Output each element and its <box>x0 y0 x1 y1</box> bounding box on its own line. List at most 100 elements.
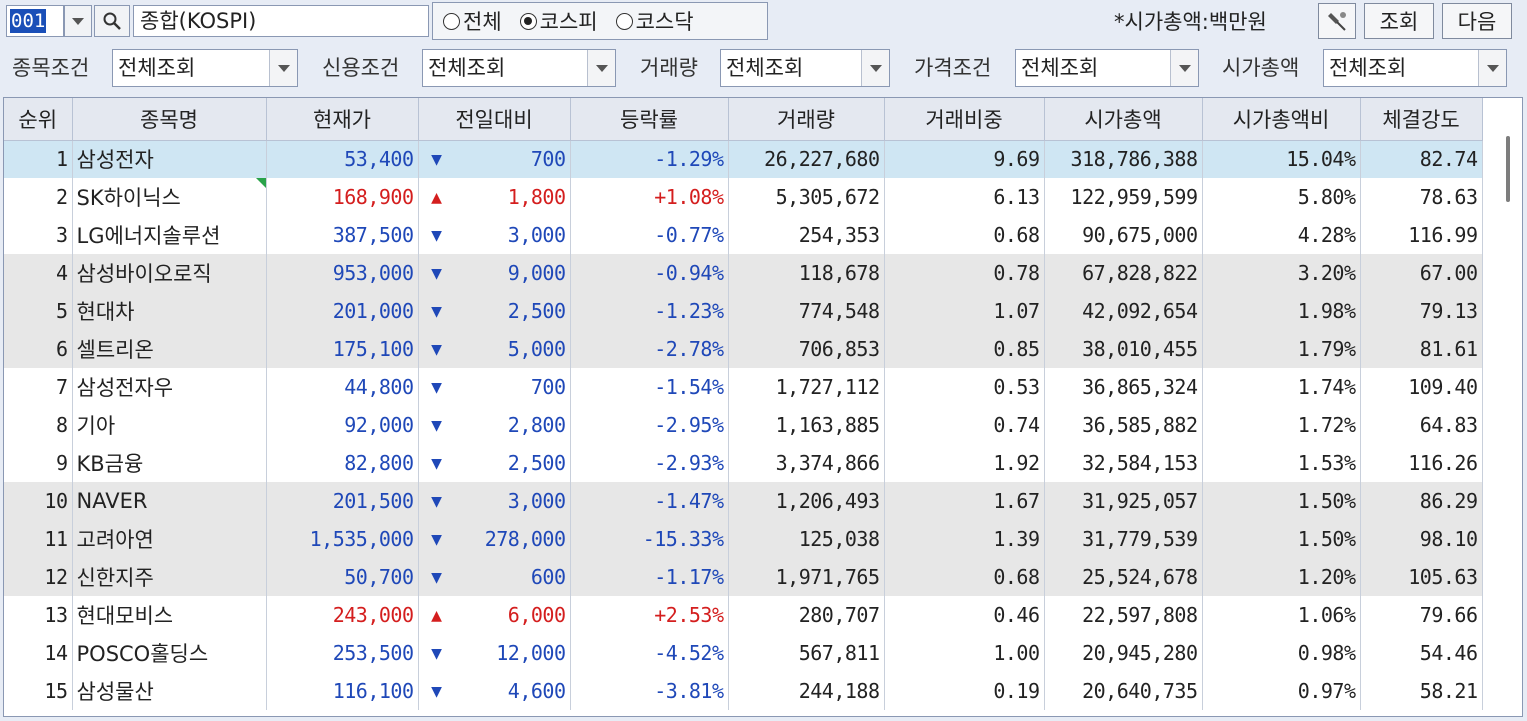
code-dropdown-button[interactable] <box>64 5 92 37</box>
name-cell-text: 고려아연 <box>76 528 154 552</box>
price-cell: 53,400 <box>266 140 419 178</box>
header-market-cap-share[interactable]: 시가총액비 <box>1202 98 1361 141</box>
strength-cell: 79.66 <box>1360 596 1483 634</box>
table-row[interactable]: 7 삼성전자우 44,800 ▼ 700 -1.54% 1,727,112 0.53 36,86… <box>4 368 1483 406</box>
down-triangle-icon: ▼ <box>431 338 442 360</box>
rate-cell-text: -1.47% <box>654 489 724 513</box>
down-triangle-icon: ▼ <box>431 376 442 398</box>
direction-cell: ▼ <box>418 520 454 558</box>
up-triangle-icon: ▲ <box>431 186 442 208</box>
radio-all[interactable]: 전체 <box>443 6 502 36</box>
radio-label: 전체 <box>463 10 502 34</box>
radio-kospi[interactable]: 코스피 <box>519 6 598 36</box>
market-cap-share-cell: 1.50% <box>1202 482 1361 520</box>
rate-cell-text: -0.77% <box>654 223 724 247</box>
rank-cell-text: 13 <box>44 603 68 627</box>
table-row[interactable]: 13 현대모비스 243,000 ▲ 6,000 +2.53% 280,707 0.46 22,… <box>4 596 1483 634</box>
name-cell: 신한지주 <box>72 558 267 596</box>
rate-cell: -4.52% <box>570 634 729 672</box>
table-row[interactable]: 1 삼성전자 53,400 ▼ 700 -1.29% 26,227,680 9.69 318,7… <box>4 140 1483 178</box>
radio-circle-icon <box>443 12 460 30</box>
volume-cell-text: 567,811 <box>798 641 880 665</box>
header-price[interactable]: 현재가 <box>266 98 419 141</box>
table-row[interactable]: 5 현대차 201,000 ▼ 2,500 -1.23% 774,548 1.07 42,092… <box>4 292 1483 330</box>
table-row[interactable]: 9 KB금융 82,800 ▼ 2,500 -2.93% 3,374,866 1.92 32,5… <box>4 444 1483 482</box>
header-market-cap[interactable]: 시가총액 <box>1044 98 1203 141</box>
volume-cell: 567,811 <box>728 634 885 672</box>
rate-cell-text: -4.52% <box>654 641 724 665</box>
market-cap-cell-text: 36,585,882 <box>1082 413 1198 437</box>
market-cap-cell: 22,597,808 <box>1044 596 1203 634</box>
rate-cell: -2.95% <box>570 406 729 444</box>
table-row[interactable]: 6 셀트리온 175,100 ▼ 5,000 -2.78% 706,853 0.85 38,01… <box>4 330 1483 368</box>
volume-cell: 280,707 <box>728 596 885 634</box>
strength-cell: 78.63 <box>1360 178 1483 216</box>
name-cell-text: 삼성물산 <box>76 680 154 704</box>
header-strength[interactable]: 체결강도 <box>1360 98 1483 141</box>
change-cell-text: 3,000 <box>507 489 566 513</box>
next-button[interactable]: 다음 <box>1442 3 1512 39</box>
rate-cell: -2.78% <box>570 330 729 368</box>
price-cell: 92,000 <box>266 406 419 444</box>
market-cap-cell: 36,865,324 <box>1044 368 1203 406</box>
market-cap-share-cell-text: 1.98% <box>1297 299 1356 323</box>
rank-cell-text: 14 <box>44 641 68 665</box>
change-cell-text: 1,800 <box>507 185 566 209</box>
name-cell-text: 현대모비스 <box>76 604 174 628</box>
table-row[interactable]: 10 NAVER 201,500 ▼ 3,000 -1.47% 1,206,493 1.67 3… <box>4 482 1483 520</box>
volume-cell: 118,678 <box>728 254 885 292</box>
change-cell: 4,600 <box>454 672 571 710</box>
rank-cell-text: 5 <box>55 299 68 323</box>
table-row[interactable]: 14 POSCO홀딩스 253,500 ▼ 12,000 -4.52% 567,811 1.0… <box>4 634 1483 672</box>
table-row[interactable]: 3 LG에너지솔루션 387,500 ▼ 3,000 -0.77% 254,353 0.68 9… <box>4 216 1483 254</box>
volume-cell: 1,206,493 <box>728 482 885 520</box>
market-cap-share-cell-text: 1.20% <box>1297 565 1356 589</box>
name-cell-text: NAVER <box>76 489 148 513</box>
search-icon <box>103 12 121 30</box>
header-volume[interactable]: 거래량 <box>728 98 885 141</box>
table-row[interactable]: 2 SK하이닉스 168,900 ▲ 1,800 +1.08% 5,305,672 6.13 1… <box>4 178 1483 216</box>
direction-cell: ▼ <box>418 558 454 596</box>
header-change[interactable]: 전일대비 <box>418 98 571 141</box>
volume-condition-select[interactable]: 전체조회 <box>720 49 890 87</box>
rank-cell-text: 9 <box>55 451 68 475</box>
volume-share-cell: 0.78 <box>884 254 1045 292</box>
down-triangle-icon: ▼ <box>431 414 442 436</box>
market-cap-cell: 31,925,057 <box>1044 482 1203 520</box>
radio-kosdaq[interactable]: 코스닥 <box>615 6 694 36</box>
table-row[interactable]: 8 기아 92,000 ▼ 2,800 -2.95% 1,163,885 0.74 36,585… <box>4 406 1483 444</box>
price-condition-select[interactable]: 전체조회 <box>1015 49 1199 87</box>
scrollbar-thumb[interactable] <box>1506 136 1510 202</box>
pin-settings-button[interactable] <box>1318 3 1356 39</box>
market-cap-share-cell: 15.04% <box>1202 140 1361 178</box>
strength-cell: 116.26 <box>1360 444 1483 482</box>
down-triangle-icon: ▼ <box>431 642 442 664</box>
table-row[interactable]: 15 삼성물산 116,100 ▼ 4,600 -3.81% 244,188 0.19 20,6… <box>4 672 1483 710</box>
market-cap-share-cell: 1.06% <box>1202 596 1361 634</box>
select-value: 전체조회 <box>1021 56 1099 80</box>
table-row[interactable]: 11 고려아연 1,535,000 ▼ 278,000 -15.33% 125,038 1.3… <box>4 520 1483 558</box>
header-name[interactable]: 종목명 <box>72 98 267 141</box>
market-cap-share-cell-text: 5.80% <box>1297 185 1356 209</box>
direction-cell: ▼ <box>418 254 454 292</box>
market-cap-cell: 25,524,678 <box>1044 558 1203 596</box>
stock-condition-select[interactable]: 전체조회 <box>112 49 298 87</box>
search-button[interactable] <box>94 5 130 37</box>
header-rate[interactable]: 등락률 <box>570 98 729 141</box>
volume-share-cell-text: 1.07 <box>993 299 1040 323</box>
market-cap-condition-select[interactable]: 전체조회 <box>1323 49 1507 87</box>
change-cell: 2,500 <box>454 444 571 482</box>
credit-condition-select[interactable]: 전체조회 <box>422 49 616 87</box>
rate-cell-text: -15.33% <box>642 527 724 551</box>
header-volume-share[interactable]: 거래비중 <box>884 98 1045 141</box>
header-rank[interactable]: 순위 <box>4 98 73 141</box>
change-cell: 3,000 <box>454 482 571 520</box>
table-row[interactable]: 4 삼성바이오로직 953,000 ▼ 9,000 -0.94% 118,678 0.78 67… <box>4 254 1483 292</box>
market-name-field[interactable]: 종합(KOSPI) <box>133 5 429 37</box>
name-cell-text: 신한지주 <box>76 566 154 590</box>
stock-code-input[interactable]: 001 <box>6 5 64 37</box>
name-cell: 삼성전자 <box>72 140 267 178</box>
query-button[interactable]: 조회 <box>1364 3 1434 39</box>
table-row[interactable]: 12 신한지주 50,700 ▼ 600 -1.17% 1,971,765 0.68 25,52… <box>4 558 1483 596</box>
rate-cell-text: -2.95% <box>654 413 724 437</box>
